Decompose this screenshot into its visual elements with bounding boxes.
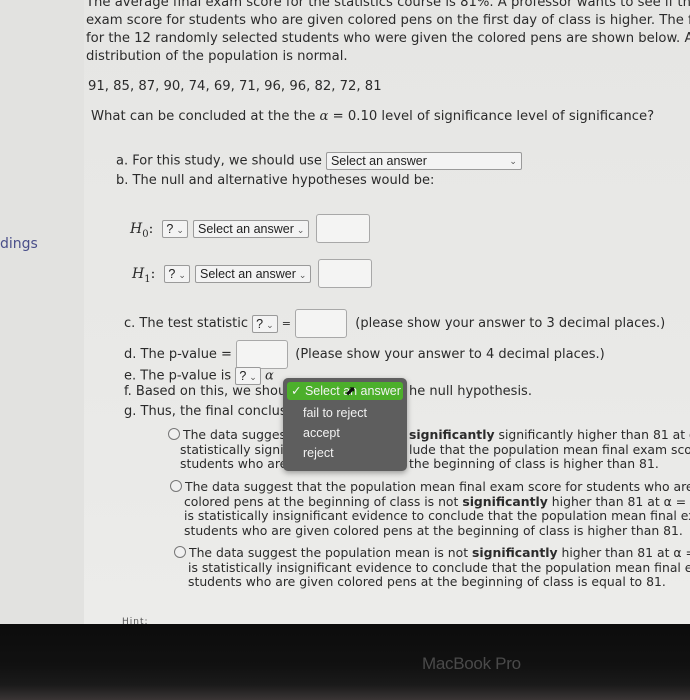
part-c-label: c. The test statistic (124, 316, 248, 331)
conclusion-option-2[interactable]: The data suggest that the population mea… (170, 479, 690, 538)
conclusion-1-right-line: significantly higher than 81 at α = 0.10… (498, 427, 690, 442)
mouse-cursor-icon: ⬈ (345, 383, 356, 398)
h1-label: H1: (132, 266, 156, 285)
part-d-note: (Please show your answer to 4 decimal pl… (295, 347, 605, 362)
radio-button[interactable] (174, 546, 186, 558)
score-list: 91, 85, 87, 90, 74, 69, 71, 96, 96, 82, … (88, 79, 382, 94)
chevron-down-icon: ⌄ (266, 319, 274, 330)
alternative-hypothesis-row: H1: ? ⌄ Select an answer ⌄ (132, 259, 372, 288)
part-d: d. The p-value = (Please show your answe… (124, 340, 605, 369)
sidebar-item-readings[interactable]: dings (0, 236, 38, 252)
part-c: c. The test statistic ? ⌄ = (please show … (124, 309, 665, 338)
h1-value-input[interactable] (317, 259, 372, 288)
test-statistic-input[interactable] (295, 309, 348, 338)
h0-label: H0: (130, 221, 154, 240)
alpha-symbol: α (264, 368, 274, 384)
hypothesis-decision-dropdown[interactable]: ✓ Select an answer fail to reject accept… (283, 378, 407, 471)
conclusion-1-right-line: lude that the population mean final exam… (409, 441, 690, 457)
equals-sign: = (281, 317, 291, 330)
radio-button[interactable] (168, 428, 180, 440)
problem-intro-line: for the 12 randomly selected students wh… (86, 31, 690, 46)
chevron-down-icon: ⌄ (176, 224, 184, 235)
question-prefix: What can be concluded at the the (91, 109, 316, 124)
sidebar: dings (0, 0, 84, 624)
check-icon: ✓ (291, 384, 302, 398)
h0-operator-select[interactable]: ? ⌄ (162, 219, 188, 238)
h0-parameter-select[interactable]: Select an answer ⌄ (193, 219, 310, 238)
h0-value-input[interactable] (315, 214, 370, 243)
part-c-note: (please show your answer to 3 decimal pl… (355, 316, 666, 331)
problem-intro-line: distribution of the population is normal… (86, 49, 348, 64)
dropdown-option[interactable]: accept (303, 424, 340, 442)
conclusion-1-right-line: the beginning of class is higher than 81… (409, 456, 659, 471)
conclusion-option-3[interactable]: The data suggest the population mean is … (174, 545, 690, 590)
problem-content: The average final exam score for the sta… (86, 0, 690, 126)
question-suffix: = 0.10 level of significance level of si… (332, 109, 655, 124)
part-b: b. The null and alternative hypotheses w… (116, 173, 435, 188)
device-brand-label: MacBook Pro (422, 654, 521, 673)
screen: dings The average final exam score for t… (0, 0, 690, 624)
h1-parameter-select[interactable]: Select an answer ⌄ (195, 264, 312, 283)
chevron-down-icon: ⌄ (509, 156, 517, 166)
part-f-label: f. Based on this, we should (124, 384, 299, 399)
p-value-input[interactable] (236, 340, 289, 369)
study-type-select[interactable]: Select an answer ⌄ (325, 152, 522, 170)
part-g: g. Thus, the final conclusio (124, 404, 299, 419)
p-value-comparison-select[interactable]: ? ⌄ (235, 367, 261, 385)
part-e: e. The p-value is ? ⌄ α (124, 367, 274, 385)
part-a: a. For this study, we should use Select … (116, 152, 522, 170)
h1-operator-select[interactable]: ? ⌄ (164, 264, 190, 283)
chevron-down-icon: ⌄ (249, 372, 257, 382)
test-statistic-type-select[interactable]: ? ⌄ (252, 314, 278, 333)
null-hypothesis-row: H0: ? ⌄ Select an answer ⌄ (130, 214, 370, 243)
part-f-suffix: he null hypothesis. (409, 384, 532, 399)
conclusion-option-1[interactable]: The data suggest statistically signif st… (168, 427, 291, 472)
dropdown-option[interactable]: reject (303, 444, 334, 462)
problem-intro-line: The average final exam score for the sta… (86, 0, 690, 10)
study-type-select-value: Select an answer (330, 154, 427, 168)
radio-button[interactable] (170, 480, 182, 492)
conclusion-option-1-continued: significantly significantly higher than … (409, 427, 690, 472)
chevron-down-icon: ⌄ (298, 269, 307, 280)
part-a-label: a. For this study, we should use (116, 153, 322, 169)
dropdown-option[interactable]: fail to reject (303, 404, 367, 422)
question-text: What can be concluded at the the α = 0.1… (91, 108, 690, 126)
chevron-down-icon: ⌄ (296, 224, 305, 235)
hint-partial[interactable]: Hint: (122, 617, 149, 624)
part-e-label: e. The p-value is (124, 368, 232, 384)
alpha-symbol: α (319, 109, 329, 124)
laptop-bezel (0, 624, 690, 700)
problem-intro-line: exam score for students who are given co… (86, 13, 690, 28)
part-f: f. Based on this, we should (124, 384, 298, 399)
part-d-label: d. The p-value = (124, 347, 232, 362)
chevron-down-icon: ⌄ (178, 269, 186, 280)
